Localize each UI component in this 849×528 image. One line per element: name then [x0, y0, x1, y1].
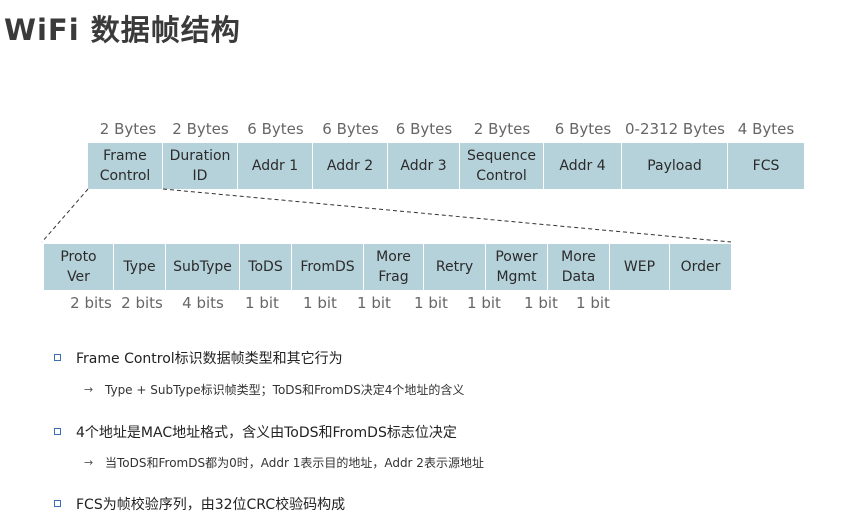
control-size-label: 2 bits [121, 294, 163, 312]
control-field-more-data: More Data [548, 244, 610, 290]
control-field-retry: Retry [424, 244, 486, 290]
control-field-subtype: SubType [166, 244, 240, 290]
control-size-label: 1 bit [357, 294, 391, 312]
expansion-line-right [162, 188, 732, 243]
control-field-tods: ToDS [240, 244, 292, 290]
control-field-more-frag: More Frag [364, 244, 424, 290]
bullet-marker [54, 500, 61, 507]
control-size-label: 1 bit [245, 294, 279, 312]
control-field-proto-ver: Proto Ver [44, 244, 114, 290]
control-size-label: 4 bits [182, 294, 224, 312]
sub-bullet-text: 当ToDS和FromDS都为0时，Addr 1表示目的地址，Addr 2表示源地… [105, 456, 484, 470]
bullet-marker [54, 354, 61, 361]
arrow-icon: → [84, 383, 94, 396]
bullet-text: Frame Control标识数据帧类型和其它行为 [76, 351, 343, 367]
control-field-order: Order [670, 244, 731, 290]
sub-bullet-text: Type + SubType标识帧类型；ToDS和FromDS决定4个地址的含义 [105, 383, 465, 397]
control-field-type: Type [114, 244, 166, 290]
control-size-label: 1 bit [467, 294, 501, 312]
bullet-text: 4个地址是MAC地址格式，含义由ToDS和FromDS标志位决定 [76, 425, 457, 441]
control-size-label: 1 bit [576, 294, 610, 312]
expansion-line-left [41, 188, 89, 243]
bullet-text: FCS为帧校验序列，由32位CRC校验码构成 [76, 497, 346, 513]
arrow-icon: → [84, 456, 94, 469]
control-field-power-mgmt: Power Mgmt [486, 244, 548, 290]
bullet-marker [54, 428, 61, 435]
control-field-fromds: FromDS [292, 244, 364, 290]
control-field-wep: WEP [610, 244, 670, 290]
